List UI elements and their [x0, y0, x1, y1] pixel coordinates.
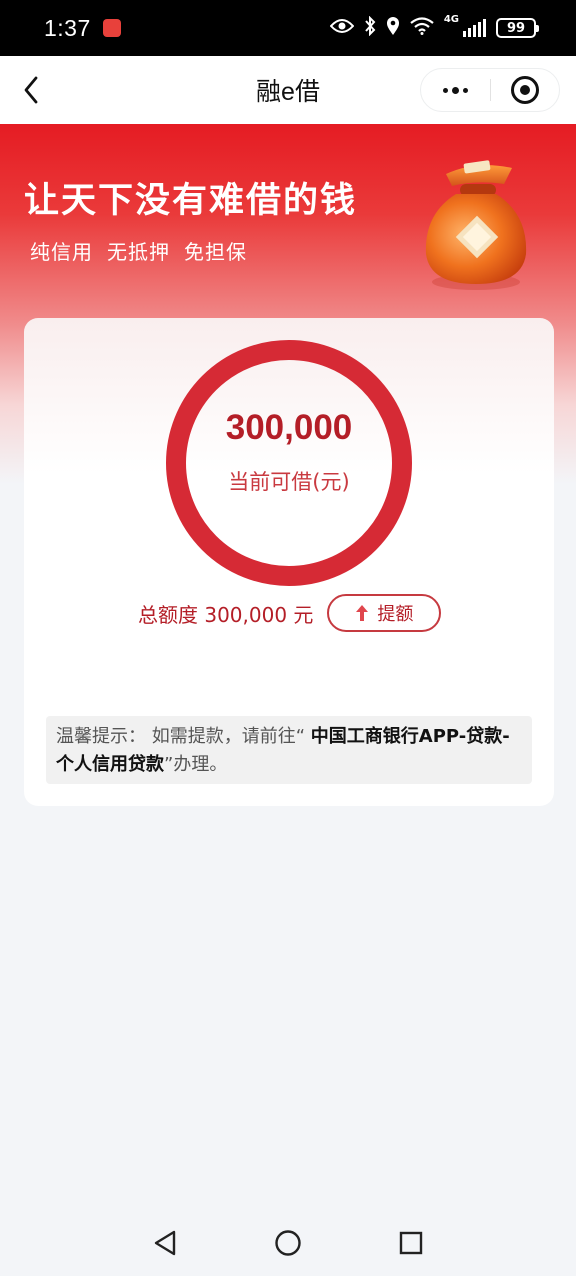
- status-right: 4G 99: [329, 14, 539, 40]
- warm-tip-prefix: 温馨提示： 如需提款，请前往“: [56, 726, 311, 747]
- status-time: 1:37: [44, 14, 91, 41]
- raise-limit-label: 提额: [377, 604, 414, 625]
- hero-tag-credit: 纯信用: [30, 240, 93, 264]
- hero-tag-no-collateral: 无抵押: [107, 240, 170, 264]
- more-icon[interactable]: [421, 69, 490, 111]
- back-icon[interactable]: [18, 72, 50, 108]
- close-mini-program-icon[interactable]: [491, 69, 560, 111]
- screen: 1:37 4G 99 融e借 让天下没有难借的钱 纯信用 无抵押 免担保 300…: [0, 0, 576, 1276]
- warm-tip-suffix: ”办理。: [164, 754, 228, 775]
- credit-card: 300,000 当前可借(元) 总额度 300,000 元 提额 温馨提示： 如…: [24, 318, 554, 806]
- home-circle-icon[interactable]: [274, 1229, 302, 1257]
- total-limit-text: 总额度 300,000 元: [138, 602, 314, 627]
- back-triangle-icon[interactable]: [151, 1229, 179, 1257]
- hero-tag-no-guarantee: 免担保: [184, 240, 247, 264]
- mini-program-capsule: [420, 68, 560, 112]
- system-nav-bar: [0, 1210, 576, 1276]
- arrow-up-icon: [355, 604, 369, 622]
- bluetooth-icon: [364, 15, 376, 40]
- signal-icon: [463, 19, 486, 37]
- eye-icon: [329, 18, 355, 38]
- nav-bar: 融e借: [0, 56, 576, 124]
- available-amount: 300,000: [225, 408, 353, 447]
- network-type: 4G: [443, 14, 459, 25]
- status-bar: 1:37 4G 99: [0, 0, 576, 56]
- hero-title: 让天下没有难借的钱: [24, 181, 358, 221]
- raise-limit-button[interactable]: 提额: [327, 594, 442, 632]
- warm-tip: 温馨提示： 如需提款，请前往“ 中国工商银行APP-贷款-个人信用贷款”办理。: [46, 716, 532, 784]
- status-left: 1:37: [44, 15, 121, 42]
- page-title: 融e借: [256, 78, 320, 106]
- recents-square-icon[interactable]: [397, 1229, 425, 1257]
- credit-ring: [166, 340, 412, 586]
- money-bag-icon: [416, 154, 536, 304]
- available-label: 当前可借(元): [228, 470, 350, 494]
- battery-icon: 99: [496, 18, 539, 38]
- total-limit-row: 总额度 300,000 元 提额: [138, 594, 442, 632]
- battery-level: 99: [506, 20, 526, 36]
- wifi-icon: [410, 17, 434, 39]
- hero-tags: 纯信用 无抵押 免担保: [30, 236, 247, 265]
- location-icon: [386, 16, 400, 40]
- target-ring-icon: [510, 76, 539, 104]
- app-notification-icon: [102, 19, 121, 37]
